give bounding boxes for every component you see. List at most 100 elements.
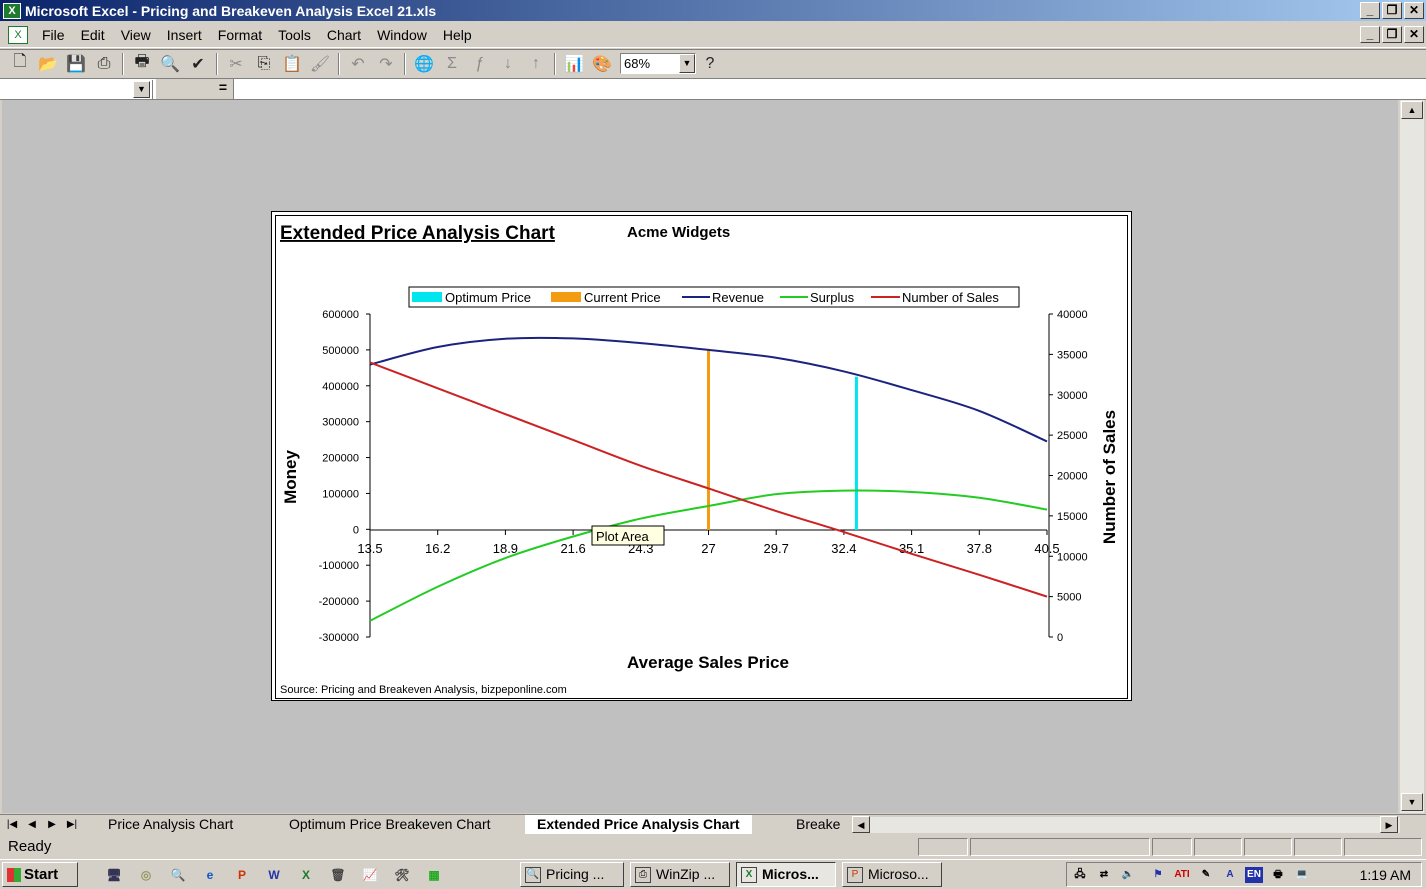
horizontal-scrollbar[interactable]: ◀ ▶	[852, 816, 1400, 833]
formula-equals[interactable]: =	[156, 79, 234, 99]
zoom-select[interactable]: 68% ▼	[620, 53, 696, 74]
network-icon[interactable]: 🖧	[1071, 867, 1089, 883]
legend-current-label: Current Price	[584, 290, 661, 305]
menu-insert[interactable]: Insert	[159, 27, 210, 43]
chart-svg[interactable]: Extended Price Analysis Chart Acme Widge…	[272, 212, 1133, 702]
outlook-icon[interactable]: ◎	[136, 865, 156, 885]
prev-sheet-icon[interactable]: ◀	[24, 817, 40, 833]
menu-file[interactable]: File	[34, 27, 73, 43]
print-icon[interactable]: 🖶	[128, 52, 156, 76]
tab-optimum-price-breakeven-chart[interactable]: Optimum Price Breakeven Chart	[277, 815, 503, 834]
word-icon[interactable]: W	[264, 865, 284, 885]
menu-edit[interactable]: Edit	[73, 27, 113, 43]
name-box[interactable]: ▼	[1, 80, 153, 99]
y-tick-label: -200000	[319, 596, 359, 608]
spelling-icon[interactable]: ✔	[184, 52, 212, 76]
connection-icon[interactable]: ⇄	[1095, 867, 1113, 883]
workbook-restore-button[interactable]: ❐	[1382, 26, 1402, 43]
printer-icon[interactable]: 🖶	[1269, 867, 1287, 883]
tab-extended-price-analysis-chart[interactable]: Extended Price Analysis Chart	[525, 815, 752, 834]
tab-price-analysis-chart[interactable]: Price Analysis Chart	[96, 815, 245, 834]
restore-button[interactable]: ❐	[1382, 2, 1402, 19]
first-sheet-icon[interactable]: |◀	[4, 817, 20, 833]
cut-icon[interactable]: ✂	[222, 52, 250, 76]
chart-icon[interactable]: 📈	[360, 865, 380, 885]
menu-view[interactable]: View	[113, 27, 159, 43]
sort-descending-icon[interactable]: ↑	[522, 52, 550, 76]
excel-icon[interactable]: X	[296, 865, 316, 885]
utility-icon[interactable]: ✎	[1197, 867, 1215, 883]
search-icon[interactable]: 🔍	[168, 865, 188, 885]
hyperlink-icon[interactable]: 🌐	[410, 52, 438, 76]
name-box-dropdown-icon[interactable]: ▼	[133, 81, 150, 98]
menu-format[interactable]: Format	[210, 27, 270, 43]
tools-icon[interactable]: 🛠	[392, 865, 412, 885]
y-tick-label: 200000	[322, 453, 359, 465]
menu-help[interactable]: Help	[435, 27, 480, 43]
title-bar: X Microsoft Excel - Pricing and Breakeve…	[0, 0, 1426, 21]
task-winzip[interactable]: ⎙ WinZip ...	[630, 862, 730, 887]
task-pricing[interactable]: 🔍 Pricing ...	[520, 862, 624, 887]
start-button[interactable]: Start	[2, 862, 78, 887]
y-tick-label: 300000	[322, 417, 359, 429]
excel-app-icon[interactable]: X	[3, 2, 21, 19]
tab-breakeven[interactable]: Breake	[784, 815, 840, 834]
function-icon[interactable]: ƒ	[466, 52, 494, 76]
scroll-up-icon[interactable]: ▲	[1401, 101, 1423, 119]
workbook-close-button[interactable]: ✕	[1404, 26, 1424, 43]
menu-tools[interactable]: Tools	[270, 27, 319, 43]
system-tray: 🖧 ⇄ 🔈 ⚑ ATI ✎ A EN 🖶 💻 1:19 AM	[1066, 862, 1422, 887]
internet-explorer-icon[interactable]: e	[200, 865, 220, 885]
legend[interactable]: Optimum Price Current Price Revenue Surp…	[408, 286, 1020, 308]
close-button[interactable]: ✕	[1404, 2, 1424, 19]
x-axis-title: Average Sales Price	[627, 653, 789, 672]
formula-bar: ▼ =	[0, 78, 1426, 100]
y2-tick-label: 35000	[1057, 349, 1088, 361]
font-icon[interactable]: A	[1221, 867, 1239, 883]
vertical-scrollbar[interactable]: ▲ ▼	[1400, 100, 1424, 813]
show-desktop-icon[interactable]: 🖥	[104, 865, 124, 885]
flag-icon[interactable]: ⚑	[1149, 867, 1167, 883]
pricing-task-icon: 🔍	[525, 866, 541, 883]
plot-area[interactable]: 6000005000004000003000002000001000000-10…	[319, 309, 1088, 644]
task-powerpoint[interactable]: P Microso...	[842, 862, 942, 887]
open-icon[interactable]: 📂	[34, 52, 62, 76]
ati-icon[interactable]: ATI	[1173, 867, 1191, 883]
save-icon[interactable]: 💾	[62, 52, 90, 76]
workbook-minimize-button[interactable]: _	[1360, 26, 1380, 43]
scroll-left-icon[interactable]: ◀	[852, 816, 870, 833]
language-indicator[interactable]: EN	[1245, 867, 1263, 883]
help-icon[interactable]: ?	[696, 52, 724, 76]
menu-chart[interactable]: Chart	[319, 27, 369, 43]
undo-icon[interactable]: ↶	[344, 52, 372, 76]
paste-icon[interactable]: 📋	[278, 52, 306, 76]
taskbar: Start 🖥 ◎ 🔍 e P W X 🗑 📈 🛠 ▦ 🔍 Pricing ..…	[0, 859, 1426, 889]
recycle-bin-icon[interactable]: 🗑	[328, 865, 348, 885]
excel-task-icon: X	[741, 866, 757, 883]
chevron-down-icon[interactable]: ▼	[679, 54, 695, 73]
sort-ascending-icon[interactable]: ↓	[494, 52, 522, 76]
volume-icon[interactable]: 🔈	[1119, 867, 1137, 883]
next-sheet-icon[interactable]: ▶	[44, 817, 60, 833]
print-preview-icon[interactable]: 🔍	[156, 52, 184, 76]
redo-icon[interactable]: ↷	[372, 52, 400, 76]
workbook-icon[interactable]: X	[8, 26, 28, 44]
autosum-icon[interactable]: Σ	[438, 52, 466, 76]
clock[interactable]: 1:19 AM	[1360, 867, 1411, 883]
scroll-down-icon[interactable]: ▼	[1401, 793, 1423, 811]
print-setup-icon[interactable]: ⎙	[90, 52, 118, 76]
task-excel[interactable]: X Micros...	[736, 862, 836, 887]
new-icon[interactable]: 🗋	[6, 52, 34, 76]
chart-area[interactable]: Extended Price Analysis Chart Acme Widge…	[271, 211, 1132, 701]
chart-wizard-icon[interactable]: 📊	[560, 52, 588, 76]
minimize-button[interactable]: _	[1360, 2, 1380, 19]
grid-app-icon[interactable]: ▦	[424, 865, 444, 885]
format-painter-icon[interactable]: 🖌	[306, 52, 334, 76]
drawing-icon[interactable]: 🎨	[588, 52, 616, 76]
laptop-icon[interactable]: 💻	[1293, 867, 1311, 883]
scroll-right-icon[interactable]: ▶	[1380, 816, 1398, 833]
last-sheet-icon[interactable]: ▶|	[64, 817, 80, 833]
menu-window[interactable]: Window	[369, 27, 435, 43]
copy-icon[interactable]: ⎘	[250, 52, 278, 76]
powerpoint-icon[interactable]: P	[232, 865, 252, 885]
